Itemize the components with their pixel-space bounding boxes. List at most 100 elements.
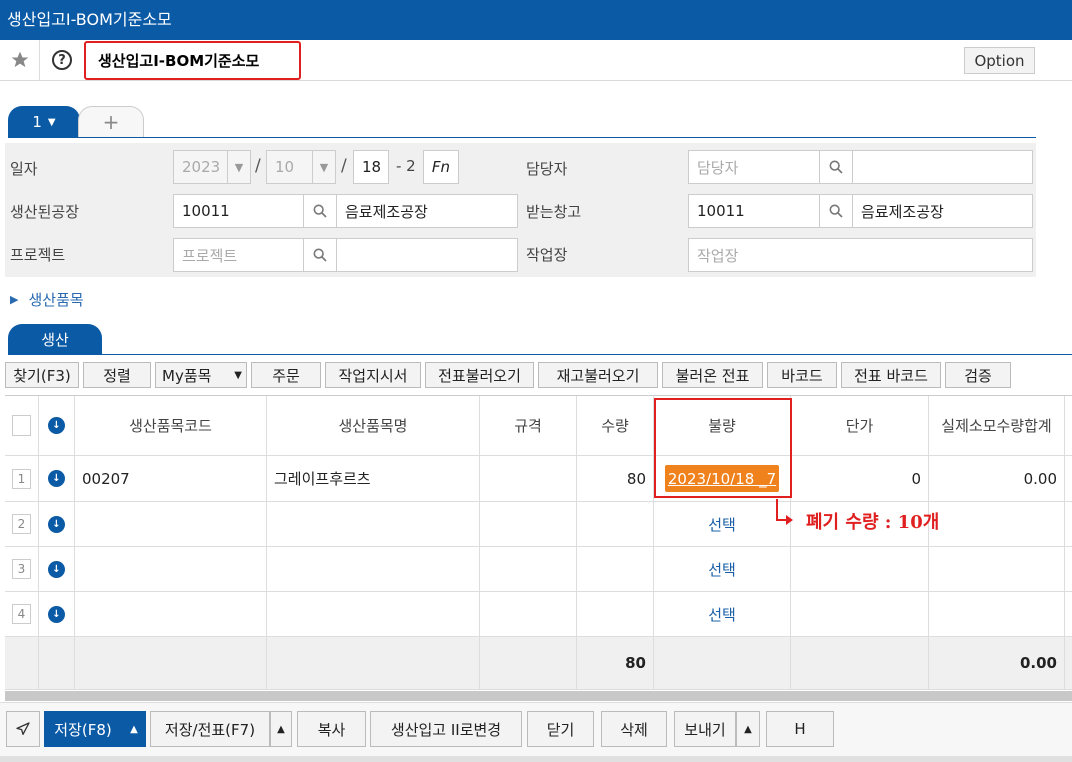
- close-button[interactable]: 닫기: [527, 711, 594, 747]
- tab-1[interactable]: 1 ▼: [8, 106, 80, 138]
- load-slip-button[interactable]: 전표불러오기: [425, 362, 534, 388]
- h-button[interactable]: H: [766, 711, 834, 747]
- delete-button[interactable]: 삭제: [601, 711, 667, 747]
- cell-code[interactable]: 00207: [75, 456, 267, 501]
- option-button[interactable]: Option: [964, 47, 1035, 74]
- date-month-select[interactable]: 10: [266, 150, 316, 184]
- add-tab-button[interactable]: +: [78, 106, 144, 137]
- cell-qty[interactable]: [577, 547, 654, 591]
- search-icon[interactable]: [819, 194, 853, 228]
- send-icon[interactable]: [6, 711, 40, 747]
- row-number: 2: [12, 514, 31, 534]
- arrow-down-circle-icon[interactable]: ↓: [48, 605, 65, 623]
- search-icon[interactable]: [303, 194, 337, 228]
- save-button[interactable]: 저장(F8): [44, 711, 122, 747]
- select-all-checkbox[interactable]: [12, 415, 31, 436]
- my-items-button[interactable]: My품목 ▼: [155, 362, 247, 388]
- header-actual[interactable]: 실제소모수량합계: [929, 396, 1065, 455]
- bottom-action-bar: 저장(F8) ▲ 저장/전표(F7) ▲ 복사 생산입고 II로변경 닫기 삭제…: [0, 702, 1072, 762]
- cell-price[interactable]: [791, 547, 929, 591]
- arrow-down-circle-icon[interactable]: ↓: [48, 515, 65, 533]
- caret-up-icon[interactable]: ▲: [270, 711, 292, 747]
- cell-spec[interactable]: [480, 502, 577, 546]
- cell-qty[interactable]: [577, 592, 654, 636]
- chevron-down-icon[interactable]: ▼: [227, 150, 251, 184]
- favorite-star-icon[interactable]: [0, 40, 40, 80]
- row-number-cell: 1: [5, 456, 39, 501]
- caret-up-icon[interactable]: ▲: [122, 711, 146, 747]
- cell-actual[interactable]: 0.00: [929, 456, 1065, 501]
- send-button[interactable]: 보내기: [674, 711, 736, 747]
- cell-price[interactable]: 0: [791, 456, 929, 501]
- caret-up-icon[interactable]: ▲: [736, 711, 760, 747]
- project-name-input[interactable]: [336, 238, 518, 272]
- workplace-input[interactable]: 작업장: [688, 238, 1033, 272]
- order-button[interactable]: 주문: [251, 362, 321, 388]
- date-separator: /: [341, 156, 347, 176]
- date-year-select[interactable]: 2023: [173, 150, 229, 184]
- header-code[interactable]: 생산품목코드: [75, 396, 267, 455]
- production-items-toggle[interactable]: ▶ 생산품목: [10, 289, 84, 310]
- header-price[interactable]: 단가: [791, 396, 929, 455]
- loaded-slip-button[interactable]: 불러온 전표: [662, 362, 763, 388]
- caret-down-icon[interactable]: ▼: [234, 370, 242, 381]
- manager-code-input[interactable]: 담당자: [688, 150, 820, 184]
- project-code-input[interactable]: 프로젝트: [173, 238, 304, 272]
- header-qty[interactable]: 수량: [577, 396, 654, 455]
- verify-button[interactable]: 검증: [945, 362, 1011, 388]
- cell-defect[interactable]: 선택: [654, 592, 791, 636]
- cell-code[interactable]: [75, 502, 267, 546]
- header-name[interactable]: 생산품목명: [267, 396, 480, 455]
- work-order-button[interactable]: 작업지시서: [325, 362, 421, 388]
- factory-name-input[interactable]: 음료제조공장: [336, 194, 518, 228]
- fn-button[interactable]: Fn: [423, 150, 459, 184]
- select-link[interactable]: 선택: [708, 559, 736, 580]
- arrow-down-circle-icon[interactable]: ↓: [48, 560, 65, 578]
- defect-date-link[interactable]: 2023/10/18 _7: [665, 465, 779, 492]
- cell-spec[interactable]: [480, 592, 577, 636]
- manager-name-input[interactable]: [852, 150, 1033, 184]
- search-icon[interactable]: [819, 150, 853, 184]
- cell-name[interactable]: [267, 547, 480, 591]
- sort-button[interactable]: 정렬: [83, 362, 151, 388]
- barcode-button[interactable]: 바코드: [767, 362, 837, 388]
- tab-production[interactable]: 생산: [8, 324, 102, 355]
- arrow-down-circle-icon[interactable]: ↓: [48, 417, 65, 434]
- cell-actual[interactable]: [929, 547, 1065, 591]
- save-slip-button[interactable]: 저장/전표(F7): [150, 711, 270, 747]
- items-grid: ↓ 생산품목코드 생산품목명 규격 수량 불량 단가 실제소모수량합계 1 ↓ …: [5, 395, 1072, 690]
- table-row: 4 ↓ 선택: [5, 592, 1072, 637]
- horizontal-scrollbar[interactable]: [5, 691, 1072, 701]
- cell-price[interactable]: [791, 592, 929, 636]
- cell-spec[interactable]: [480, 456, 577, 501]
- search-icon[interactable]: [303, 238, 337, 272]
- cell-spec[interactable]: [480, 547, 577, 591]
- copy-button[interactable]: 복사: [297, 711, 366, 747]
- cell-qty[interactable]: [577, 502, 654, 546]
- date-day-input[interactable]: 18: [353, 150, 389, 184]
- factory-code-input[interactable]: 10011: [173, 194, 304, 228]
- header-spec[interactable]: 규격: [480, 396, 577, 455]
- cell-name[interactable]: [267, 502, 480, 546]
- find-button[interactable]: 찾기(F3): [5, 362, 79, 388]
- cell-qty[interactable]: 80: [577, 456, 654, 501]
- cell-defect[interactable]: 선택: [654, 547, 791, 591]
- cell-code[interactable]: [75, 592, 267, 636]
- select-all-cell: [5, 396, 39, 455]
- cell-defect[interactable]: 선택: [654, 502, 791, 546]
- cell-name[interactable]: 그레이프후르츠: [267, 456, 480, 501]
- warehouse-code-input[interactable]: 10011: [688, 194, 820, 228]
- slip-barcode-button[interactable]: 전표 바코드: [841, 362, 941, 388]
- select-link[interactable]: 선택: [708, 604, 736, 625]
- arrow-down-circle-icon[interactable]: ↓: [48, 470, 65, 487]
- change-to-2-button[interactable]: 생산입고 II로변경: [370, 711, 522, 747]
- select-link[interactable]: 선택: [708, 514, 736, 535]
- cell-code[interactable]: [75, 547, 267, 591]
- help-icon[interactable]: ?: [40, 40, 84, 80]
- chevron-down-icon[interactable]: ▼: [312, 150, 336, 184]
- load-stock-button[interactable]: 재고불러오기: [538, 362, 658, 388]
- cell-actual[interactable]: [929, 592, 1065, 636]
- warehouse-name-input[interactable]: 음료제조공장: [852, 194, 1033, 228]
- cell-actual[interactable]: [929, 502, 1065, 546]
- cell-name[interactable]: [267, 592, 480, 636]
